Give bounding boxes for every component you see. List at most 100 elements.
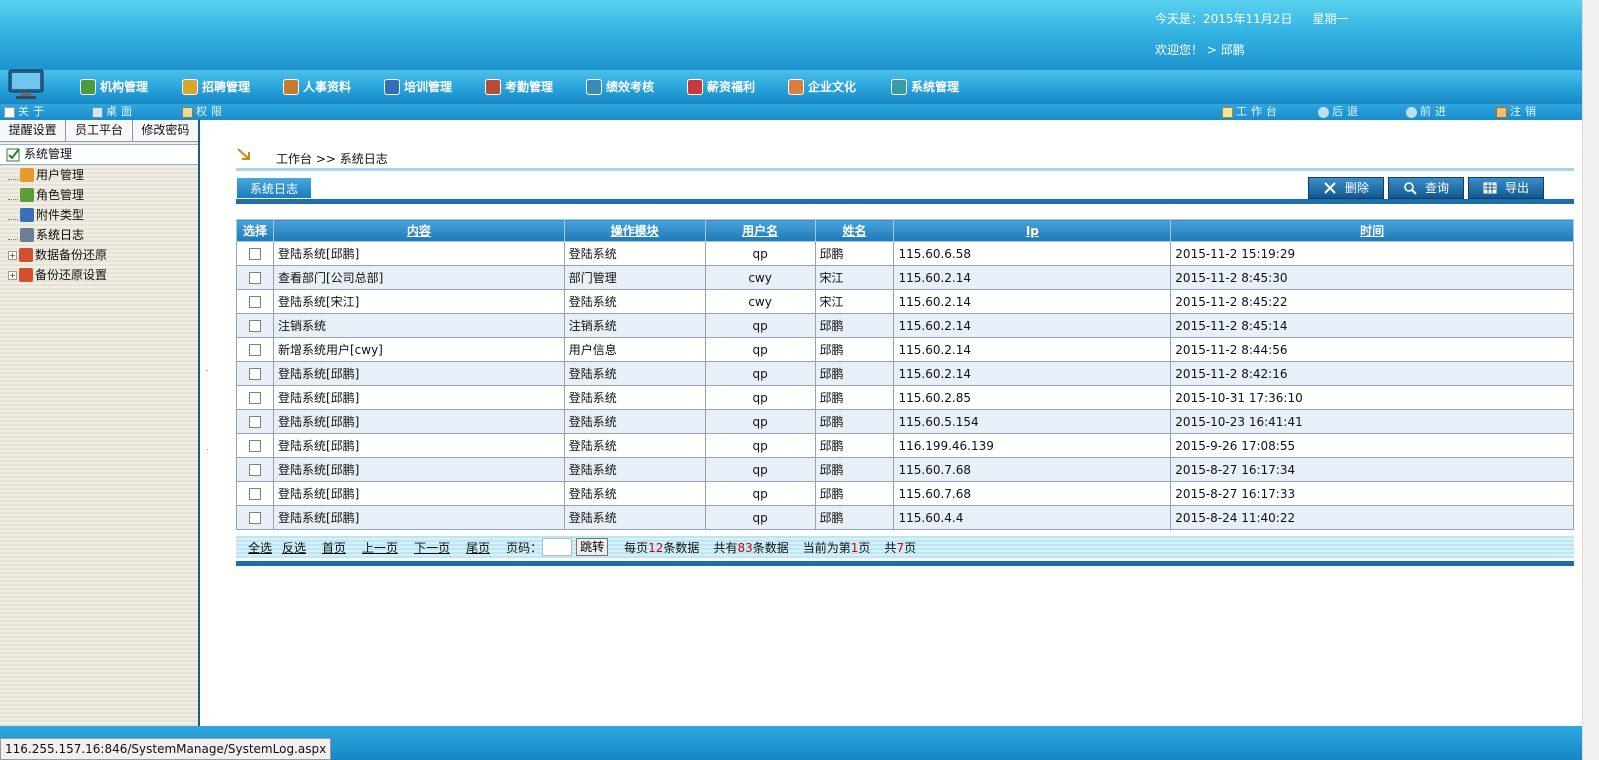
menu-item-system[interactable]: 系统管理 — [891, 76, 959, 98]
table-row[interactable]: 登陆系统[邱鹏] 登陆系统 qp 邱鹏 115.60.7.68 2015-8-27 16:… — [236, 481, 1574, 506]
cell-name: 邱鹏 — [814, 505, 895, 530]
page-number-label: 页码： — [506, 540, 543, 555]
row-checkbox[interactable] — [248, 368, 261, 380]
cell-ip: 115.60.2.14 — [893, 313, 1172, 338]
cell-ip: 115.60.2.85 — [893, 385, 1172, 410]
table-row[interactable]: 登陆系统[邱鹏] 登陆系统 qp 邱鹏 115.60.5.154 2015-10-23 1… — [236, 409, 1574, 434]
back-label: 后退 — [1332, 105, 1362, 118]
menu-item-salary[interactable]: 薪资福利 — [687, 76, 755, 98]
sidebar-item-label: 用户管理 — [36, 168, 85, 182]
window-scrollbar[interactable] — [1582, 0, 1599, 760]
next-page-link[interactable]: 下一页 — [414, 539, 450, 556]
menu-item-recruit[interactable]: 招聘管理 — [182, 76, 250, 98]
first-page-link[interactable]: 首页 — [322, 539, 346, 556]
table-row[interactable]: 登陆系统[邱鹏] 登陆系统 qp 邱鹏 115.60.2.85 2015-10-31 17… — [236, 385, 1574, 410]
col-name[interactable]: 姓名 — [814, 219, 895, 242]
menu-item-personnel[interactable]: 人事资料 — [283, 76, 351, 98]
about-link[interactable]: 关于 — [4, 104, 48, 120]
col-module[interactable]: 操作模块 — [563, 219, 706, 242]
row-checkbox[interactable] — [248, 440, 261, 452]
row-checkbox[interactable] — [248, 296, 261, 308]
sidebar-item-log[interactable]: 系统日志 — [0, 225, 198, 245]
menu-item-attendance[interactable]: 考勤管理 — [485, 76, 553, 98]
back-link[interactable]: 后退 — [1318, 104, 1362, 120]
table-row[interactable]: 查看部门[公司总部] 部门管理 cwy 宋江 115.60.2.14 2015-11-2 … — [236, 265, 1574, 290]
total-count: 83 — [737, 540, 753, 555]
cell-time: 2015-11-2 8:45:14 — [1170, 313, 1574, 338]
col-username[interactable]: 用户名 — [704, 219, 816, 242]
cell-select — [236, 433, 274, 458]
about-label: 关于 — [18, 105, 48, 118]
sidebar-item-backup[interactable]: + 数据备份还原 — [0, 245, 198, 265]
cell-content: 登陆系统[邱鹏] — [272, 433, 565, 458]
row-checkbox[interactable] — [248, 488, 261, 500]
row-checkbox[interactable] — [248, 512, 261, 524]
select-all-link[interactable]: 全选 — [248, 539, 272, 556]
system-log-table: 选择 内容 操作模块 用户名 姓名 Ip 时间 登陆系统[邱鹏] 登陆系统 qp 邱鹏… — [236, 219, 1574, 530]
tree-root-system-management[interactable]: 系统管理 — [0, 144, 198, 165]
desktop-link[interactable]: 桌面 — [92, 104, 136, 120]
menu-item-performance[interactable]: 绩效考核 — [586, 76, 654, 98]
table-row[interactable]: 新增系统用户[cwy] 用户信息 qp 邱鹏 115.60.2.14 2015-11-2 … — [236, 337, 1574, 362]
menu-item-training[interactable]: 培训管理 — [384, 76, 452, 98]
per-page-count: 12 — [648, 540, 664, 555]
row-checkbox[interactable] — [248, 248, 261, 260]
col-time[interactable]: 时间 — [1170, 219, 1574, 242]
sidebar-item-backup-settings[interactable]: + 备份还原设置 — [0, 265, 198, 285]
menu-item-culture[interactable]: 企业文化 — [788, 76, 856, 98]
expand-plus-icon[interactable]: + — [8, 250, 17, 260]
desktop-label: 桌面 — [106, 105, 136, 118]
tab-change-password[interactable]: 修改密码 — [133, 120, 198, 141]
date-label: 今天是：2015年11月2日 — [1155, 12, 1293, 26]
tab-reminder-settings[interactable]: 提醒设置 — [0, 120, 67, 141]
invert-select-link[interactable]: 反选 — [282, 539, 306, 556]
sidebar-item-users[interactable]: 用户管理 — [0, 165, 198, 185]
cell-username: qp — [704, 241, 816, 266]
cell-username: qp — [704, 409, 816, 434]
row-checkbox[interactable] — [248, 464, 261, 476]
cell-name: 邱鹏 — [814, 433, 895, 458]
table-row[interactable]: 登陆系统[邱鹏] 登陆系统 qp 邱鹏 115.60.6.58 2015-11-2 15:… — [236, 241, 1574, 266]
performance-icon — [586, 79, 602, 95]
row-checkbox[interactable] — [248, 416, 261, 428]
sidebar-item-role[interactable]: 角色管理 — [0, 185, 198, 205]
table-row[interactable]: 登陆系统[邱鹏] 登陆系统 qp 邱鹏 116.199.46.139 2015-9-26 … — [236, 433, 1574, 458]
workbench-link[interactable]: 工作台 — [1222, 104, 1281, 120]
table-row[interactable]: 注销系统 注销系统 qp 邱鹏 115.60.2.14 2015-11-2 8:45:14 — [236, 313, 1574, 338]
cell-name: 邱鹏 — [814, 481, 895, 506]
table-row[interactable]: 登陆系统[宋江] 登陆系统 cwy 宋江 115.60.2.14 2015-11-2 8:… — [236, 289, 1574, 314]
title-bar: 系统日志 删除 查询 导出 — [236, 177, 1574, 205]
expand-plus-icon[interactable]: + — [8, 270, 17, 280]
welcome-text: 欢迎您！ > 邱鹏 — [1155, 43, 1245, 57]
prev-page-link[interactable]: 上一页 — [362, 539, 398, 556]
col-content[interactable]: 内容 — [272, 219, 565, 242]
tab-employee-platform[interactable]: 员工平台 — [66, 120, 133, 141]
export-button[interactable]: 导出 — [1468, 177, 1544, 199]
page-number-input[interactable] — [542, 538, 573, 556]
cell-select — [236, 505, 274, 530]
tab-system-log[interactable]: 系统日志 — [236, 177, 312, 199]
cell-module: 登陆系统 — [563, 433, 706, 458]
query-label: 查询 — [1424, 181, 1449, 195]
col-ip[interactable]: Ip — [893, 219, 1172, 242]
last-page-link[interactable]: 尾页 — [466, 539, 490, 556]
forward-link[interactable]: 前进 — [1406, 104, 1450, 120]
menu-item-org[interactable]: 机构管理 — [80, 76, 148, 98]
jump-button[interactable]: 跳转 — [576, 538, 609, 556]
log-icon — [20, 228, 34, 242]
table-row[interactable]: 登陆系统[邱鹏] 登陆系统 qp 邱鹏 115.60.4.4 2015-8-24 11:4… — [236, 505, 1574, 530]
sidebar-item-attachment[interactable]: 附件类型 — [0, 205, 198, 225]
cell-username: qp — [704, 361, 816, 386]
delete-button[interactable]: 删除 — [1308, 177, 1384, 199]
cell-content: 登陆系统[邱鹏] — [272, 505, 565, 530]
logout-link[interactable]: 注销 — [1496, 104, 1540, 120]
row-checkbox[interactable] — [248, 392, 261, 404]
query-button[interactable]: 查询 — [1388, 177, 1464, 199]
table-row[interactable]: 登陆系统[邱鹏] 登陆系统 qp 邱鹏 115.60.2.14 2015-11-2 8:4… — [236, 361, 1574, 386]
table-row[interactable]: 登陆系统[邱鹏] 登陆系统 qp 邱鹏 115.60.7.68 2015-8-27 16:… — [236, 457, 1574, 482]
row-checkbox[interactable] — [248, 344, 261, 356]
row-checkbox[interactable] — [248, 272, 261, 284]
cell-module: 登陆系统 — [563, 361, 706, 386]
row-checkbox[interactable] — [248, 320, 261, 332]
permission-link[interactable]: 权限 — [182, 104, 226, 120]
